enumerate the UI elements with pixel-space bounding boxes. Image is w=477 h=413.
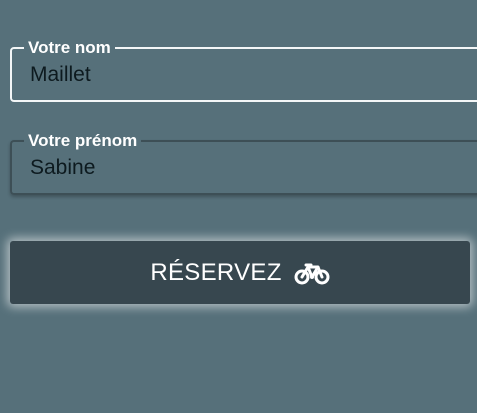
reserve-button-label: RÉSERVEZ: [150, 258, 282, 286]
prenom-field[interactable]: Votre prénom Sabine: [10, 132, 477, 195]
bicycle-icon: [294, 263, 330, 285]
reserve-button[interactable]: RÉSERVEZ: [10, 241, 470, 304]
prenom-input[interactable]: Sabine: [30, 156, 450, 180]
nom-field[interactable]: Votre nom Maillet: [10, 39, 477, 102]
nom-label: Votre nom: [24, 39, 115, 57]
nom-input[interactable]: Maillet: [30, 63, 450, 87]
prenom-label: Votre prénom: [24, 132, 142, 150]
